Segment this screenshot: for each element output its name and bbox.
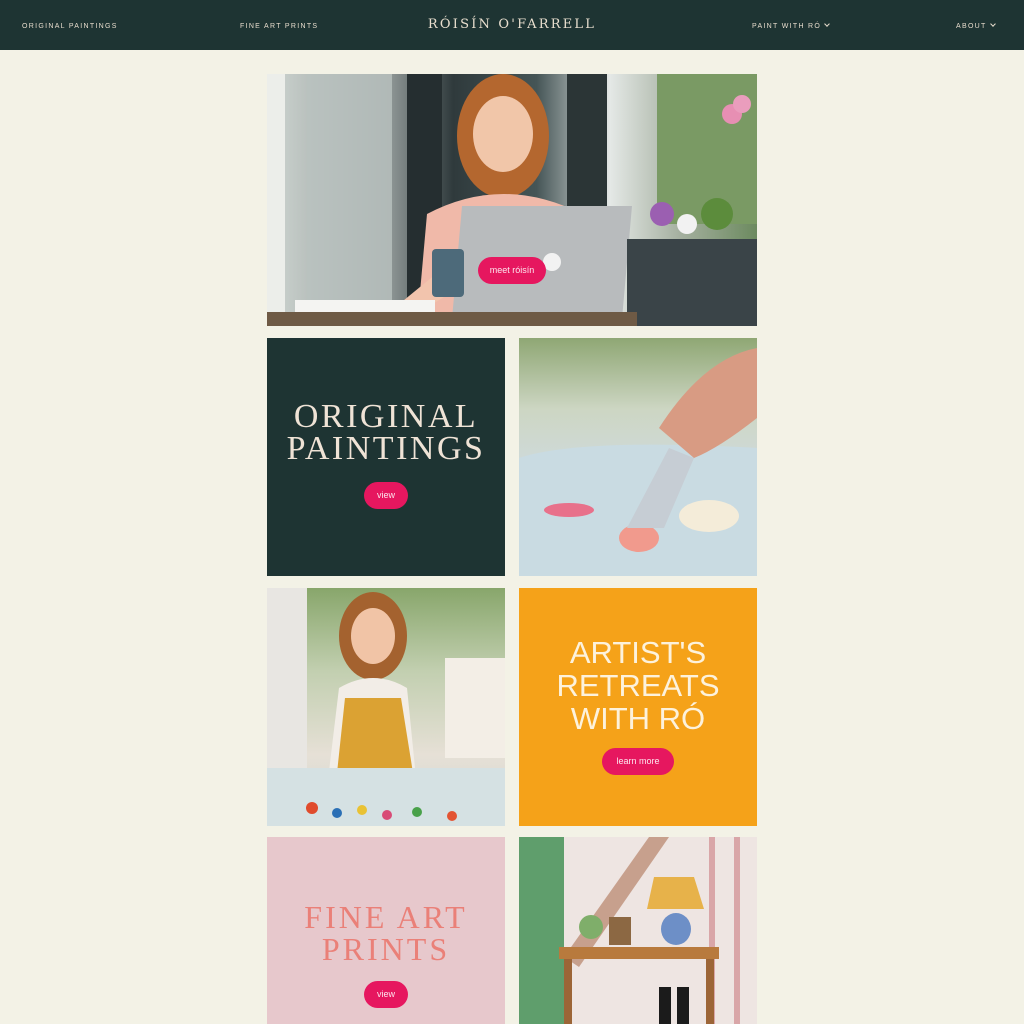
artist-painting-photo xyxy=(267,588,505,826)
nav-original-paintings[interactable]: ORIGINAL PAINTINGS xyxy=(22,0,118,50)
top-nav: ORIGINAL PAINTINGS FINE ART PRINTS RÓISÍ… xyxy=(0,0,1024,50)
original-paintings-view-button[interactable]: view xyxy=(364,482,408,509)
prints-title-line2: PRINTS xyxy=(321,931,451,967)
original-paintings-title-line2: PAINTINGS xyxy=(286,430,486,467)
artists-retreats-tile[interactable]: ARTIST'S RETREATS WITH RÓ learn more xyxy=(519,588,757,826)
artist-painting-illustration xyxy=(267,588,505,826)
chevron-down-icon xyxy=(824,21,830,27)
nav-paint-with-ro[interactable]: PAINT WITH RÓ xyxy=(752,0,830,50)
retreats-title-line3: WITH RÓ xyxy=(570,701,706,736)
nav-about-label: ABOUT xyxy=(956,23,987,30)
paint-tube-photo xyxy=(519,338,757,576)
prints-view-button[interactable]: view xyxy=(364,981,408,1008)
brand-title[interactable]: RÓISÍN O'FARRELL xyxy=(428,17,596,32)
original-paintings-tile[interactable]: ORIGINAL PAINTINGS view xyxy=(267,338,505,576)
nav-about[interactable]: ABOUT xyxy=(956,0,996,50)
painting-lamp-illustration xyxy=(519,837,757,1024)
meet-roisin-button[interactable]: meet róisín xyxy=(478,257,546,284)
painting-artwork-lamp xyxy=(519,837,757,1024)
hero-illustration xyxy=(267,74,757,326)
retreats-learn-more-button[interactable]: learn more xyxy=(602,748,674,775)
hero-photo-artist-laptop: meet róisín xyxy=(267,74,757,326)
brand-logo: RÓISÍN O'FARRELL xyxy=(0,0,1024,50)
retreats-title-line2: RETREATS xyxy=(556,668,720,703)
nav-fine-art-prints[interactable]: FINE ART PRINTS xyxy=(240,0,318,50)
paint-tube-illustration xyxy=(519,348,757,576)
retreats-title-line1: ARTIST'S xyxy=(569,635,707,670)
nav-paint-with-ro-label: PAINT WITH RÓ xyxy=(752,23,822,30)
chevron-down-icon xyxy=(989,21,996,27)
fine-art-prints-tile[interactable]: FINE ART PRINTS view xyxy=(267,837,505,1024)
